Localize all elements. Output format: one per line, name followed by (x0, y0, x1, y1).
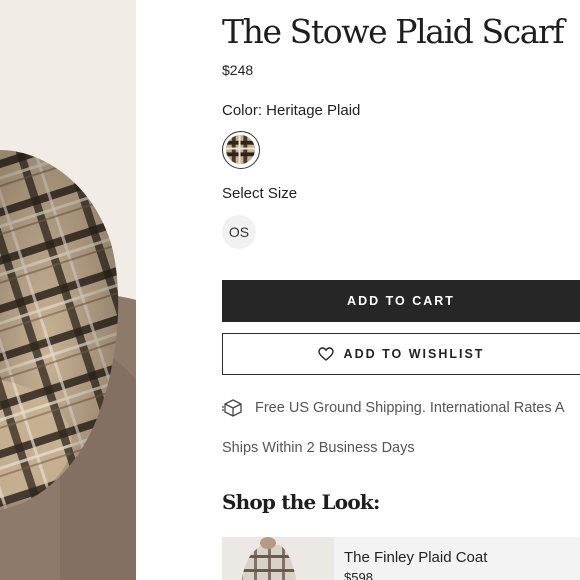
size-label: Select Size (222, 185, 298, 202)
add-to-cart-button[interactable]: ADD TO CART (222, 280, 580, 322)
look-item-card[interactable]: The Finley Plaid Coat $598 (222, 537, 580, 580)
scarf-photo (0, 0, 136, 580)
product-image[interactable] (0, 0, 136, 580)
shipping-text: Free US Ground Shipping. International R… (255, 400, 565, 416)
size-option-os[interactable]: OS (222, 215, 256, 249)
look-item-image[interactable] (222, 537, 334, 580)
ships-within-text: Ships Within 2 Business Days (222, 440, 415, 456)
box-icon (222, 398, 244, 418)
shipping-info: Free US Ground Shipping. International R… (222, 398, 565, 418)
plaid-swatch-icon (226, 135, 255, 164)
look-item-price: $598 (344, 570, 373, 580)
shop-the-look-heading: Shop the Look: (222, 490, 380, 514)
color-swatch-heritage-plaid[interactable] (222, 131, 260, 169)
product-details: The Stowe Plaid Scarf $248 Color: Herita… (222, 0, 580, 580)
product-title: The Stowe Plaid Scarf (222, 12, 565, 51)
product-price: $248 (222, 62, 254, 78)
look-item-name[interactable]: The Finley Plaid Coat (344, 549, 487, 566)
add-to-wishlist-button[interactable]: ADD TO WISHLIST (222, 333, 580, 375)
color-label: Color: Heritage Plaid (222, 102, 361, 119)
coat-photo (222, 537, 334, 580)
heart-icon (317, 347, 334, 361)
wishlist-label: ADD TO WISHLIST (343, 347, 485, 361)
